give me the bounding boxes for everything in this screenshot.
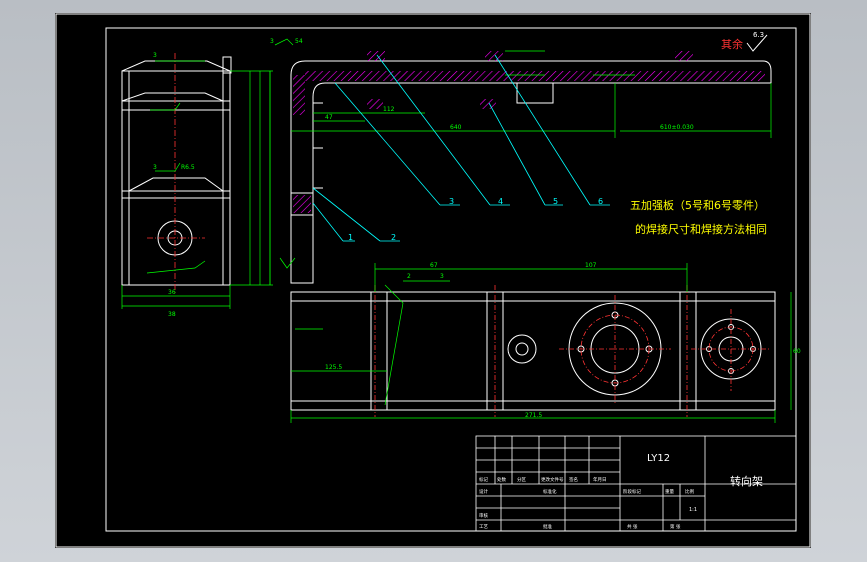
tb-label-2: 分区 [517, 476, 526, 483]
plan-dimensions [290, 263, 792, 423]
side-radius-label: R6.5 [181, 164, 195, 171]
tb-label-13: 批准 [543, 523, 552, 530]
plan-weld-a: 2 [407, 273, 411, 280]
side-width-dim: 36 [168, 289, 176, 296]
front-view [290, 60, 772, 284]
tb-label-5: 年月日 [593, 476, 607, 483]
dim-640: 640 [450, 124, 462, 131]
part-name: 转向架 [730, 474, 763, 488]
dim-total: 271.5 [525, 412, 542, 419]
side-view [121, 56, 232, 286]
tb-label-0: 标记 [479, 476, 488, 483]
tb-label-12: 工艺 [479, 524, 488, 530]
cad-viewport[interactable]: 3 3 R6.5 36 38 3 54 112 47 640 610±0.030… [0, 0, 867, 562]
callout-6: 6 [598, 197, 603, 206]
roughness-note: 其余 6.3 [721, 31, 768, 52]
tb-label-1: 处数 [497, 476, 506, 483]
tb-label-4: 签名 [569, 476, 578, 483]
callout-2: 2 [391, 233, 396, 242]
plan-centerlines [374, 285, 771, 417]
roughness-label: 其余 [721, 37, 743, 51]
callout-4: 4 [498, 197, 503, 206]
callout-5: 5 [553, 197, 558, 206]
note-line-1: 五加强板（5号和6号零件） [630, 198, 765, 212]
callout-1: 1 [348, 233, 353, 242]
tb-label-14: 共 张 [627, 523, 638, 530]
bracket-outline [290, 60, 772, 284]
drawing-sheet: 3 3 R6.5 36 38 3 54 112 47 640 610±0.030… [55, 13, 811, 548]
welding-notes: 五加强板（5号和6号零件） 的焊接尺寸和焊接方法相同 [630, 198, 767, 236]
callout-numbers: 1 2 3 4 5 6 [348, 197, 603, 242]
dim-112: 112 [383, 106, 395, 113]
dim-125: 125.5 [325, 364, 342, 371]
plan-weld-b: 3 [440, 273, 444, 280]
side-width-dim-2: 38 [168, 311, 176, 318]
tb-label-11: 审核 [479, 512, 488, 519]
tb-label-3: 更改文件号 [541, 476, 564, 483]
dim-67: 67 [430, 262, 438, 269]
plan-view [290, 291, 776, 411]
tb-label-9: 重量 [665, 488, 674, 495]
side-weld-label: 3 [153, 52, 157, 59]
roughness-value: 6.3 [753, 31, 764, 39]
top-weld-label: 3 [270, 38, 274, 45]
dim-107: 107 [585, 262, 597, 269]
top-weld-length: 54 [295, 38, 303, 45]
side-dimensions [121, 60, 273, 309]
side-weld-label-2: 3 [153, 164, 157, 171]
tb-label-10: 比例 [685, 488, 694, 495]
dim-47: 47 [325, 114, 333, 121]
dim-height: 60 [793, 348, 801, 355]
dim-610: 610±0.030 [660, 124, 694, 131]
scale-value: 1:1 [689, 507, 697, 513]
plan-outline [290, 291, 776, 411]
callout-3: 3 [449, 197, 454, 206]
material-label: LY12 [647, 453, 670, 464]
tb-label-6: 设计 [479, 488, 488, 495]
outer-frame [55, 13, 811, 548]
tb-label-7: 标准化 [543, 488, 557, 495]
tb-label-15: 第 张 [670, 523, 681, 530]
small-boss-hole [507, 334, 537, 364]
engineering-drawing: 3 3 R6.5 36 38 3 54 112 47 640 610±0.030… [55, 13, 811, 548]
tb-label-8: 阶段标记 [623, 488, 641, 495]
inner-frame [105, 27, 797, 532]
note-line-2: 的焊接尺寸和焊接方法相同 [635, 222, 767, 236]
